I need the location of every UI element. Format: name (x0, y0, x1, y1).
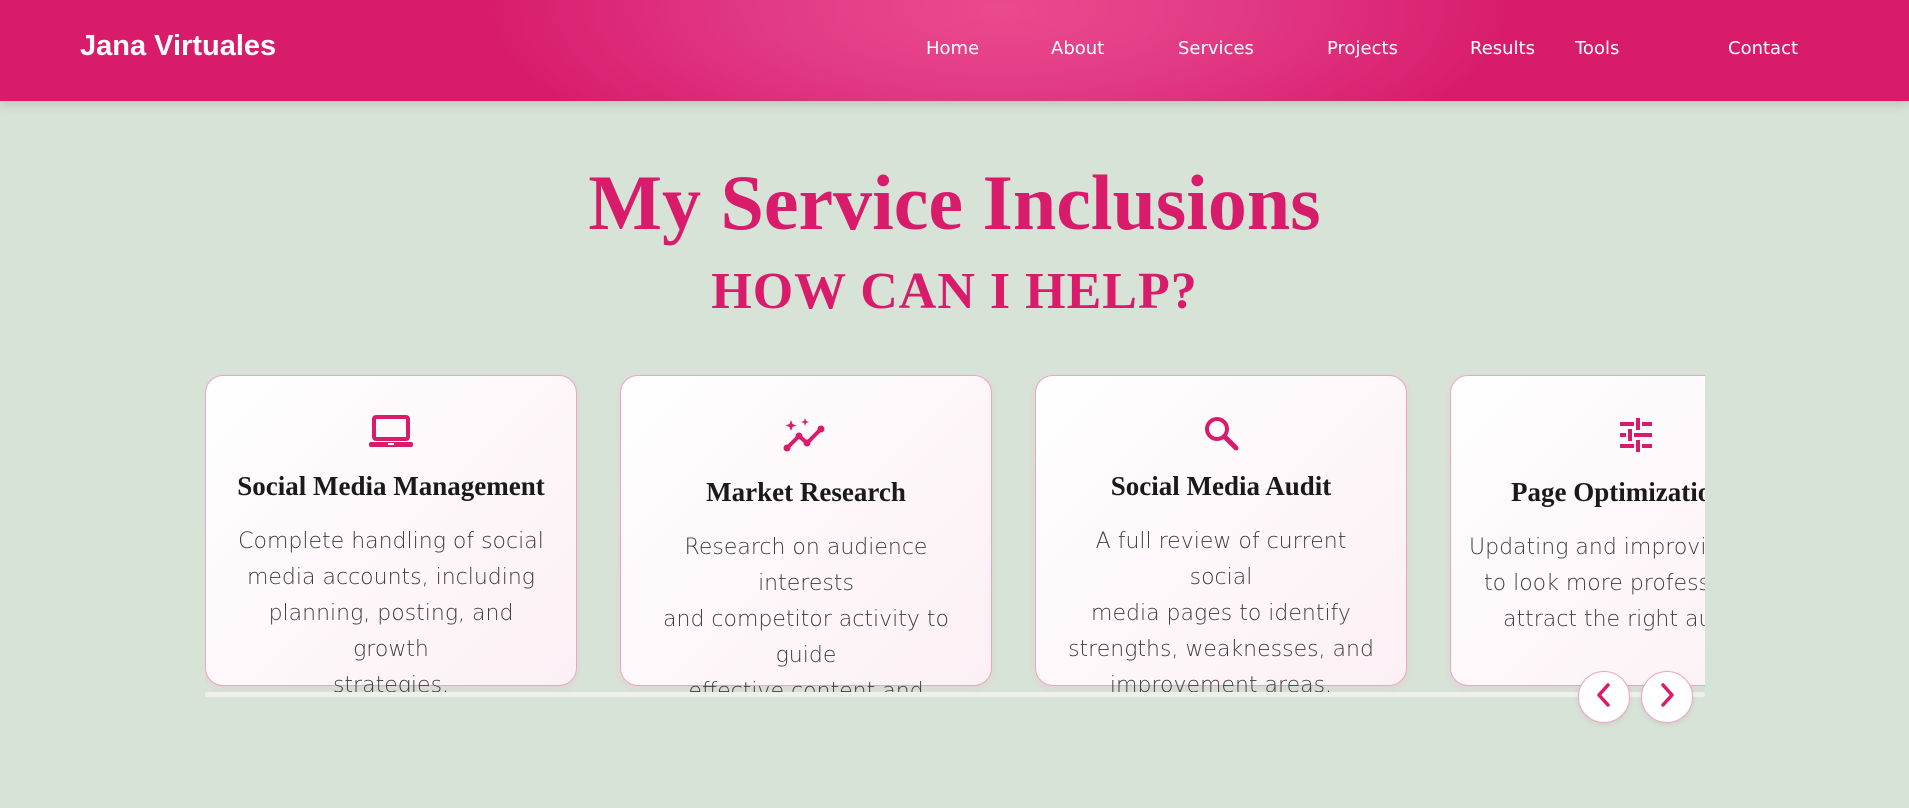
card-desc-line: Research on audience interests (684, 535, 928, 596)
card-title: Market Research (706, 477, 906, 507)
service-card-social-media-audit[interactable]: Social Media Audit A full review of curr… (1035, 375, 1407, 694)
chevron-left-icon (1594, 682, 1614, 712)
card-desc-line: media pages to identify (1091, 601, 1351, 626)
card-desc-line: strategies. (332, 673, 450, 694)
card-desc-line: to look more professional and (1484, 571, 1705, 596)
card-description: Research on audience interests and compe… (647, 530, 965, 694)
nav-services[interactable]: Services (1178, 38, 1254, 59)
site-header: Jana Virtuales Home About Services Proje… (0, 0, 1909, 101)
main-nav: Home About Services Projects Results Too… (0, 38, 1909, 64)
card-desc-line: Complete handling of social (238, 529, 544, 554)
card-title: Social Media Management (237, 471, 545, 501)
laptop-icon (206, 414, 576, 450)
card-description: Complete handling of social media accoun… (232, 524, 550, 694)
chevron-right-icon (1657, 682, 1677, 712)
card-desc-line: Updating and improving pages (1469, 535, 1705, 560)
search-icon (1036, 414, 1406, 452)
nav-projects[interactable]: Projects (1327, 38, 1398, 59)
service-card-social-media-management[interactable]: Social Media Management Complete handlin… (205, 375, 577, 694)
service-card-page-optimization[interactable]: Page Optimization Updating and improving… (1450, 375, 1705, 686)
card-description: Updating and improving pages to look mor… (1469, 530, 1705, 638)
carousel-scrollbar[interactable] (205, 692, 1705, 697)
card-desc-line: strengths, weaknesses, and (1068, 637, 1374, 662)
carousel-prev-button[interactable] (1578, 671, 1630, 723)
card-description: A full review of current social media pa… (1062, 524, 1380, 694)
card-desc-line: media accounts, including (246, 565, 536, 590)
nav-home[interactable]: Home (926, 38, 979, 59)
nav-contact[interactable]: Contact (1728, 38, 1798, 59)
service-card-market-research[interactable]: Market Research Research on audience int… (620, 375, 992, 694)
services-carousel[interactable]: Social Media Management Complete handlin… (205, 374, 1705, 694)
nav-about[interactable]: About (1051, 38, 1104, 59)
card-desc-line: and competitor activity to guide (663, 607, 949, 668)
card-title: Page Optimization (1511, 477, 1705, 507)
card-desc-line: effective content and strategy. (688, 679, 924, 694)
card-desc-line: improvement areas. (1109, 673, 1333, 694)
card-desc-line: attract the right audience. (1503, 607, 1705, 632)
nav-tools[interactable]: Tools (1575, 38, 1619, 59)
card-desc-line: planning, posting, and growth (268, 601, 514, 662)
card-desc-line: A full review of current social (1095, 529, 1347, 590)
sliders-icon (1451, 416, 1705, 454)
section-title: My Service Inclusions (588, 159, 1321, 246)
nav-results[interactable]: Results (1470, 38, 1535, 59)
section-subtitle: HOW CAN I HELP? (711, 263, 1198, 320)
carousel-next-button[interactable] (1641, 671, 1693, 723)
card-title: Social Media Audit (1110, 471, 1332, 501)
trending-sparkle-icon (621, 416, 991, 454)
